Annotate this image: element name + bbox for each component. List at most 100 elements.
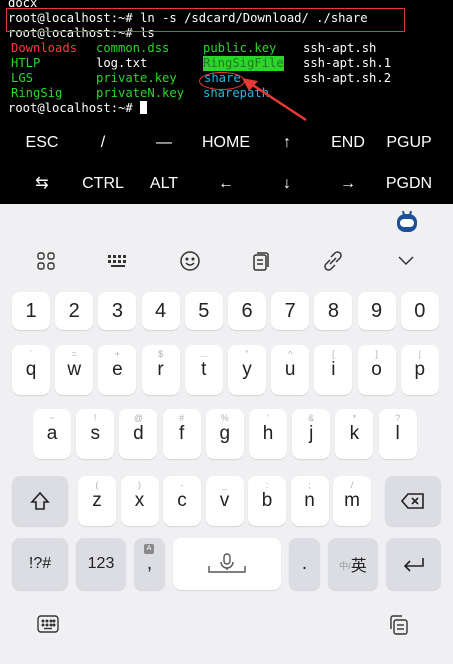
key-j[interactable]: & j — [292, 409, 331, 459]
file-entry: HTLP — [11, 56, 41, 70]
emoji-icon[interactable] — [173, 244, 207, 278]
microphone-icon — [208, 553, 246, 573]
up-arrow-key[interactable]: ↑ — [257, 133, 317, 153]
key-label: x — [134, 490, 145, 511]
key-s[interactable]: ! s — [76, 409, 115, 459]
key-u[interactable]: ^ u — [271, 345, 310, 395]
slash-key[interactable]: / — [73, 133, 133, 153]
key-4[interactable]: 4 — [141, 292, 180, 330]
symbols-key[interactable]: !?# — [12, 538, 68, 590]
period-key[interactable]: . — [289, 538, 320, 590]
key-hint: ` — [29, 349, 33, 359]
key-label: s — [90, 423, 100, 444]
key-3[interactable]: 3 — [98, 292, 137, 330]
key-2[interactable]: 2 — [55, 292, 94, 330]
down-arrow-key[interactable]: ↓ — [257, 174, 317, 194]
key-d[interactable]: @ d — [119, 409, 158, 459]
tab-key[interactable]: ⇆ — [12, 174, 72, 194]
keyboard-icon[interactable] — [37, 614, 59, 639]
key-x[interactable]: ) x — [120, 476, 159, 526]
comma-label: , — [146, 553, 153, 574]
key-label: r — [157, 359, 164, 380]
comma-key[interactable]: A , — [134, 538, 165, 590]
key-p[interactable]: | p — [400, 345, 439, 395]
key-n[interactable]: ; n — [290, 476, 329, 526]
key-h[interactable]: ' h — [249, 409, 287, 459]
key-b[interactable]: :b — [248, 476, 286, 526]
key-e[interactable]: + e — [98, 345, 137, 395]
end-key[interactable]: END — [318, 133, 378, 153]
key-hint: $ — [158, 349, 164, 359]
key-label: 4 — [155, 299, 167, 322]
key-label: 9 — [371, 299, 383, 322]
key-5[interactable]: 5 — [184, 292, 223, 330]
language-switch-key[interactable]: 中/英 — [328, 538, 378, 590]
key-f[interactable]: # f — [162, 409, 201, 459]
key-g[interactable]: % g — [205, 409, 244, 459]
key-9[interactable]: 9 — [357, 292, 396, 330]
key-8[interactable]: 8 — [314, 292, 353, 330]
file-entry: RingSig — [11, 86, 63, 100]
file-entry: public.key — [203, 41, 277, 55]
clipboard-icon[interactable] — [244, 244, 278, 278]
key-6[interactable]: 6 — [228, 292, 266, 330]
key-l[interactable]: ? l — [378, 409, 417, 459]
ctrl-key[interactable]: CTRL — [73, 174, 133, 194]
numbers-label: 123 — [87, 555, 115, 572]
keyboard-layout-icon[interactable] — [101, 244, 135, 278]
key-c[interactable]: -c — [163, 476, 201, 526]
key-r[interactable]: $ r — [141, 345, 180, 395]
key-q[interactable]: ` q — [12, 345, 50, 395]
lang-primary-label: 英 — [350, 558, 367, 575]
dash-key[interactable]: — — [134, 133, 194, 153]
alt-key[interactable]: ALT — [134, 174, 194, 194]
right-arrow-key[interactable]: → — [318, 174, 378, 194]
home-key[interactable]: HOME — [196, 133, 256, 153]
shift-key[interactable] — [12, 476, 68, 526]
key-hint: + — [114, 349, 121, 359]
link-icon[interactable] — [316, 244, 350, 278]
key-y[interactable]: " y — [228, 345, 266, 395]
grid-icon[interactable] — [29, 244, 63, 278]
chevron-down-icon[interactable] — [389, 244, 423, 278]
key-label: p — [414, 359, 426, 380]
copy-icon[interactable] — [388, 614, 410, 641]
enter-key[interactable] — [386, 538, 441, 590]
keyboard-assistant-icon[interactable] — [395, 209, 419, 238]
key-i[interactable]: [i — [314, 345, 353, 395]
key-hint: - — [180, 480, 184, 490]
space-key[interactable] — [173, 538, 281, 590]
key-hint: ; — [308, 480, 311, 490]
key-1[interactable]: 1 — [12, 292, 50, 330]
pgup-key[interactable]: PGUP — [379, 133, 439, 153]
key-hint: ) — [138, 480, 141, 490]
key-label: 1 — [25, 299, 37, 322]
key-label: i — [331, 359, 336, 380]
numbers-key[interactable]: 123 — [76, 538, 126, 590]
key-hint: @ — [133, 413, 143, 423]
key-label: o — [371, 359, 382, 380]
key-hint: & — [308, 413, 315, 423]
key-label: f — [178, 423, 185, 444]
key-w[interactable]: = w — [55, 345, 94, 395]
key-o[interactable]: ] o — [357, 345, 396, 395]
left-arrow-key[interactable]: ← — [196, 174, 256, 194]
pgdn-key[interactable]: PGDN — [379, 174, 439, 194]
backspace-key[interactable] — [385, 476, 441, 526]
key-k[interactable]: * k — [335, 409, 374, 459]
esc-key[interactable]: ESC — [12, 133, 72, 153]
key-label: j — [309, 423, 314, 444]
key-t[interactable]: ... t — [184, 345, 223, 395]
key-hint: # — [179, 413, 185, 423]
annotation-box — [6, 8, 405, 32]
file-entry: log.txt — [96, 56, 148, 70]
key-7[interactable]: 7 — [271, 292, 310, 330]
key-z[interactable]: (z — [78, 476, 116, 526]
key-m[interactable]: / m — [333, 476, 371, 526]
key-a[interactable]: ~ a — [33, 409, 71, 459]
extra-keys-bar: ESC / — HOME ↑ END PGUP ⇆ CTRL ALT ← ↓ →… — [0, 130, 453, 204]
key-0[interactable]: 0 — [400, 292, 439, 330]
key-v[interactable]: _ v — [205, 476, 244, 526]
symbols-label: !?# — [28, 555, 52, 572]
key-hint: * — [352, 413, 357, 423]
